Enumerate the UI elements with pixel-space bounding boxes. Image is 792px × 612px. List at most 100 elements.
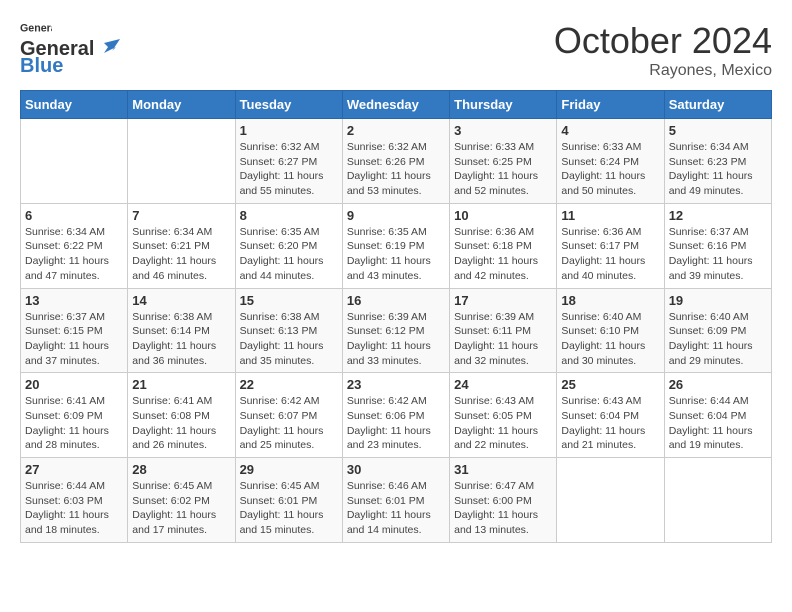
calendar-cell: 27 Sunrise: 6:44 AM Sunset: 6:03 PM Dayli… xyxy=(21,458,128,543)
day-number: 2 xyxy=(347,123,445,138)
day-info: Sunrise: 6:32 AM Sunset: 6:27 PM Dayligh… xyxy=(240,140,338,199)
day-info: Sunrise: 6:39 AM Sunset: 6:11 PM Dayligh… xyxy=(454,310,552,369)
day-info: Sunrise: 6:34 AM Sunset: 6:21 PM Dayligh… xyxy=(132,225,230,284)
day-info: Sunrise: 6:39 AM Sunset: 6:12 PM Dayligh… xyxy=(347,310,445,369)
day-info: Sunrise: 6:35 AM Sunset: 6:20 PM Dayligh… xyxy=(240,225,338,284)
day-number: 12 xyxy=(669,208,767,223)
calendar-cell: 17 Sunrise: 6:39 AM Sunset: 6:11 PM Dayli… xyxy=(450,288,557,373)
day-info: Sunrise: 6:42 AM Sunset: 6:06 PM Dayligh… xyxy=(347,394,445,453)
calendar-cell xyxy=(128,119,235,204)
weekday-header-sunday: Sunday xyxy=(21,91,128,119)
day-info: Sunrise: 6:43 AM Sunset: 6:04 PM Dayligh… xyxy=(561,394,659,453)
day-number: 19 xyxy=(669,293,767,308)
day-info: Sunrise: 6:32 AM Sunset: 6:26 PM Dayligh… xyxy=(347,140,445,199)
calendar-cell: 11 Sunrise: 6:36 AM Sunset: 6:17 PM Dayli… xyxy=(557,203,664,288)
day-number: 9 xyxy=(347,208,445,223)
day-info: Sunrise: 6:45 AM Sunset: 6:02 PM Dayligh… xyxy=(132,479,230,538)
calendar-cell: 3Sunrise: 6:33 AM Sunset: 6:25 PM Daylig… xyxy=(450,119,557,204)
week-row-5: 27 Sunrise: 6:44 AM Sunset: 6:03 PM Dayli… xyxy=(21,458,772,543)
calendar-cell: 26 Sunrise: 6:44 AM Sunset: 6:04 PM Dayli… xyxy=(664,373,771,458)
day-info: Sunrise: 6:44 AM Sunset: 6:04 PM Dayligh… xyxy=(669,394,767,453)
calendar-cell: 9 Sunrise: 6:35 AM Sunset: 6:19 PM Daylig… xyxy=(342,203,449,288)
day-number: 11 xyxy=(561,208,659,223)
calendar-cell: 4Sunrise: 6:33 AM Sunset: 6:24 PM Daylig… xyxy=(557,119,664,204)
day-info: Sunrise: 6:37 AM Sunset: 6:16 PM Dayligh… xyxy=(669,225,767,284)
calendar-cell: 7Sunrise: 6:34 AM Sunset: 6:21 PM Daylig… xyxy=(128,203,235,288)
calendar-cell: 31Sunrise: 6:47 AM Sunset: 6:00 PM Dayli… xyxy=(450,458,557,543)
day-number: 27 xyxy=(25,462,123,477)
calendar-cell: 22 Sunrise: 6:42 AM Sunset: 6:07 PM Dayli… xyxy=(235,373,342,458)
week-row-4: 20Sunrise: 6:41 AM Sunset: 6:09 PM Dayli… xyxy=(21,373,772,458)
day-info: Sunrise: 6:33 AM Sunset: 6:24 PM Dayligh… xyxy=(561,140,659,199)
day-number: 5 xyxy=(669,123,767,138)
calendar-cell: 6 Sunrise: 6:34 AM Sunset: 6:22 PM Daylig… xyxy=(21,203,128,288)
day-number: 21 xyxy=(132,377,230,392)
calendar-cell: 5 Sunrise: 6:34 AM Sunset: 6:23 PM Daylig… xyxy=(664,119,771,204)
day-number: 25 xyxy=(561,377,659,392)
day-number: 13 xyxy=(25,293,123,308)
day-number: 30 xyxy=(347,462,445,477)
day-info: Sunrise: 6:34 AM Sunset: 6:22 PM Dayligh… xyxy=(25,225,123,284)
calendar-cell: 30 Sunrise: 6:46 AM Sunset: 6:01 PM Dayli… xyxy=(342,458,449,543)
weekday-header-wednesday: Wednesday xyxy=(342,91,449,119)
day-info: Sunrise: 6:45 AM Sunset: 6:01 PM Dayligh… xyxy=(240,479,338,538)
day-info: Sunrise: 6:41 AM Sunset: 6:09 PM Dayligh… xyxy=(25,394,123,453)
day-info: Sunrise: 6:38 AM Sunset: 6:14 PM Dayligh… xyxy=(132,310,230,369)
calendar-cell: 28 Sunrise: 6:45 AM Sunset: 6:02 PM Dayli… xyxy=(128,458,235,543)
day-info: Sunrise: 6:35 AM Sunset: 6:19 PM Dayligh… xyxy=(347,225,445,284)
location-subtitle: Rayones, Mexico xyxy=(554,62,772,80)
day-number: 14 xyxy=(132,293,230,308)
day-info: Sunrise: 6:38 AM Sunset: 6:13 PM Dayligh… xyxy=(240,310,338,369)
day-info: Sunrise: 6:36 AM Sunset: 6:17 PM Dayligh… xyxy=(561,225,659,284)
weekday-header-row: SundayMondayTuesdayWednesdayThursdayFrid… xyxy=(21,91,772,119)
calendar-cell xyxy=(21,119,128,204)
weekday-header-tuesday: Tuesday xyxy=(235,91,342,119)
logo-bird-icon xyxy=(96,39,120,61)
day-number: 28 xyxy=(132,462,230,477)
weekday-header-friday: Friday xyxy=(557,91,664,119)
day-info: Sunrise: 6:37 AM Sunset: 6:15 PM Dayligh… xyxy=(25,310,123,369)
day-info: Sunrise: 6:46 AM Sunset: 6:01 PM Dayligh… xyxy=(347,479,445,538)
weekday-header-saturday: Saturday xyxy=(664,91,771,119)
week-row-1: 1 Sunrise: 6:32 AM Sunset: 6:27 PM Daylig… xyxy=(21,119,772,204)
month-title: October 2024 xyxy=(554,20,772,62)
calendar-cell: 15Sunrise: 6:38 AM Sunset: 6:13 PM Dayli… xyxy=(235,288,342,373)
day-number: 22 xyxy=(240,377,338,392)
day-info: Sunrise: 6:41 AM Sunset: 6:08 PM Dayligh… xyxy=(132,394,230,453)
day-info: Sunrise: 6:43 AM Sunset: 6:05 PM Dayligh… xyxy=(454,394,552,453)
day-number: 18 xyxy=(561,293,659,308)
calendar-cell: 1 Sunrise: 6:32 AM Sunset: 6:27 PM Daylig… xyxy=(235,119,342,204)
calendar-cell: 8Sunrise: 6:35 AM Sunset: 6:20 PM Daylig… xyxy=(235,203,342,288)
day-number: 17 xyxy=(454,293,552,308)
day-number: 23 xyxy=(347,377,445,392)
day-info: Sunrise: 6:44 AM Sunset: 6:03 PM Dayligh… xyxy=(25,479,123,538)
day-number: 10 xyxy=(454,208,552,223)
calendar-cell: 14 Sunrise: 6:38 AM Sunset: 6:14 PM Dayli… xyxy=(128,288,235,373)
calendar-cell: 18 Sunrise: 6:40 AM Sunset: 6:10 PM Dayli… xyxy=(557,288,664,373)
calendar-cell: 21 Sunrise: 6:41 AM Sunset: 6:08 PM Dayli… xyxy=(128,373,235,458)
calendar-cell: 12 Sunrise: 6:37 AM Sunset: 6:16 PM Dayli… xyxy=(664,203,771,288)
day-info: Sunrise: 6:42 AM Sunset: 6:07 PM Dayligh… xyxy=(240,394,338,453)
calendar-cell: 19Sunrise: 6:40 AM Sunset: 6:09 PM Dayli… xyxy=(664,288,771,373)
logo: General General Blue xyxy=(20,20,120,78)
day-number: 26 xyxy=(669,377,767,392)
day-info: Sunrise: 6:40 AM Sunset: 6:10 PM Dayligh… xyxy=(561,310,659,369)
calendar-table: SundayMondayTuesdayWednesdayThursdayFrid… xyxy=(20,90,772,543)
day-number: 31 xyxy=(454,462,552,477)
day-number: 6 xyxy=(25,208,123,223)
calendar-cell: 10Sunrise: 6:36 AM Sunset: 6:18 PM Dayli… xyxy=(450,203,557,288)
week-row-3: 13 Sunrise: 6:37 AM Sunset: 6:15 PM Dayli… xyxy=(21,288,772,373)
logo-icon: General xyxy=(20,20,52,38)
day-info: Sunrise: 6:34 AM Sunset: 6:23 PM Dayligh… xyxy=(669,140,767,199)
week-row-2: 6 Sunrise: 6:34 AM Sunset: 6:22 PM Daylig… xyxy=(21,203,772,288)
calendar-cell xyxy=(557,458,664,543)
title-block: October 2024 Rayones, Mexico xyxy=(554,20,772,80)
day-number: 1 xyxy=(240,123,338,138)
page-header: General General Blue October 2024 Rayone… xyxy=(20,20,772,80)
calendar-cell: 2 Sunrise: 6:32 AM Sunset: 6:26 PM Daylig… xyxy=(342,119,449,204)
calendar-cell: 25 Sunrise: 6:43 AM Sunset: 6:04 PM Dayli… xyxy=(557,373,664,458)
calendar-cell: 16 Sunrise: 6:39 AM Sunset: 6:12 PM Dayli… xyxy=(342,288,449,373)
calendar-cell: 23 Sunrise: 6:42 AM Sunset: 6:06 PM Dayli… xyxy=(342,373,449,458)
day-number: 16 xyxy=(347,293,445,308)
day-number: 3 xyxy=(454,123,552,138)
